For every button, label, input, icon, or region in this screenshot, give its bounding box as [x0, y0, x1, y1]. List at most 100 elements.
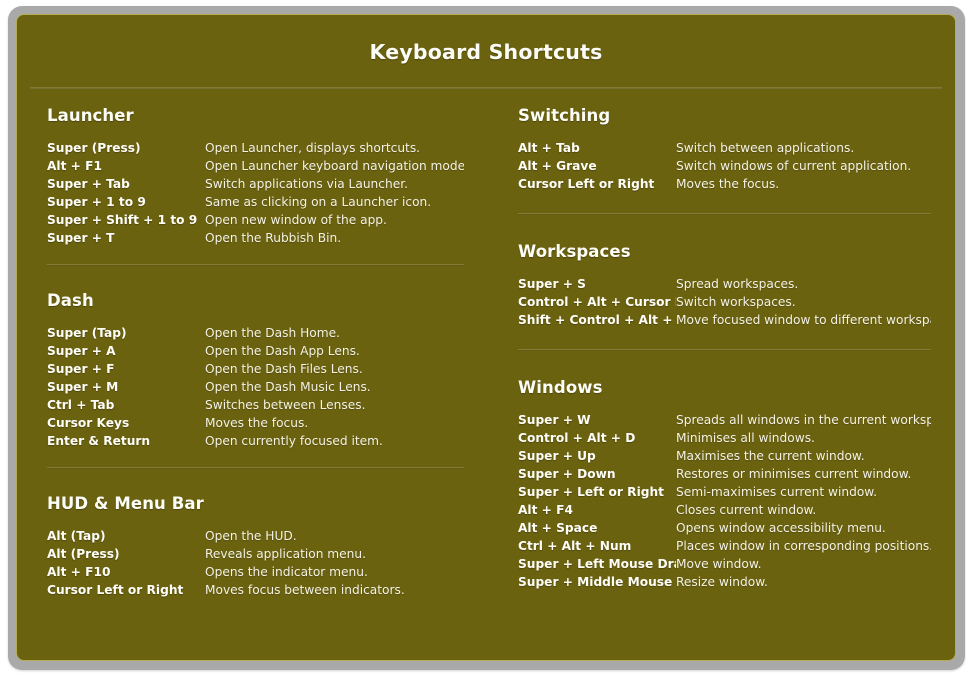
shortcut-keys: Super + M [47, 380, 119, 394]
shortcut-keys: Super + A [47, 344, 116, 358]
shortcut-row: Alt (Tap) Open the HUD. [47, 527, 464, 545]
shortcut-keys: Super (Press) [47, 141, 141, 155]
shortcut-keys: Super + F [47, 362, 115, 376]
shortcut-description: Restores or minimises current window. [676, 467, 912, 481]
divider-line [518, 349, 931, 351]
shortcut-keys: Alt + F1 [47, 159, 102, 173]
shortcut-description: Opens the indicator menu. [205, 565, 368, 579]
shortcut-row: Ctrl + Tab Switches between Lenses. [47, 396, 464, 414]
shortcut-keys: Super + W [518, 413, 591, 427]
shortcut-description: Semi-maximises current window. [676, 485, 877, 499]
shortcut-row: Cursor Left or Right Moves the focus. [518, 175, 931, 193]
section-windows: Windows Super + W Spreads all windows in t… [518, 378, 931, 591]
shortcut-row: Alt + F1 Open Launcher keyboard navigatio… [47, 157, 464, 175]
shortcut-description: Minimises all windows. [676, 431, 815, 445]
section-title-windows: Windows [518, 378, 603, 397]
section-divider [47, 247, 464, 291]
shortcut-description: Resize window. [676, 575, 768, 589]
right-column: Switching Alt + Tab Switch between applica… [486, 89, 955, 599]
section-launcher: Launcher Super (Press) Open Launcher, disp… [47, 89, 464, 247]
shortcut-row: Super (Press) Open Launcher, displays sho… [47, 139, 464, 157]
shortcut-row: Super + Shift + 1 to 9 Open new window of… [47, 211, 464, 229]
shortcut-row: Super + Up Maximises the current window. [518, 447, 931, 465]
shortcut-row: Alt + F10 Opens the indicator menu. [47, 563, 464, 581]
shortcut-keys: Super + Left Mouse Drag [518, 557, 676, 571]
shortcut-description: Spread workspaces. [676, 277, 799, 291]
shortcut-row: Super + S Spread workspaces. [518, 275, 931, 293]
shortcut-description: Reveals application menu. [205, 547, 367, 561]
section-hud-and-menu-bar: HUD & Menu Bar Alt (Tap) Open the HUD. Alt … [47, 494, 464, 599]
shortcut-row: Alt + F4 Closes current window. [518, 501, 931, 519]
shortcut-keys: Enter & Return [47, 434, 151, 448]
shortcut-description: Moves the focus. [205, 416, 309, 430]
shortcut-description: Switch between applications. [676, 141, 855, 155]
shortcut-description: Open the HUD. [205, 529, 297, 543]
shortcut-description: Switches between Lenses. [205, 398, 366, 412]
shortcut-description: Closes current window. [676, 503, 817, 517]
shortcut-keys: Control + Alt + Cursor K… [518, 295, 676, 309]
shortcut-table-dash: Super (Tap) Open the Dash Home. Super + A O… [47, 324, 464, 450]
shortcut-keys: Alt + Space [518, 521, 598, 535]
shortcut-row: Super + A Open the Dash App Lens. [47, 342, 464, 360]
section-title-hud-and-menu-bar: HUD & Menu Bar [47, 494, 204, 513]
shortcut-description: Places window in corresponding positions… [676, 539, 931, 553]
section-title-switching: Switching [518, 106, 611, 125]
shortcut-keys: Shift + Control + Alt + C… [518, 313, 676, 327]
page-title: Keyboard Shortcuts [369, 40, 603, 64]
shortcut-description: Opens window accessibility menu. [676, 521, 886, 535]
shortcut-description: Open the Dash Music Lens. [205, 380, 371, 394]
section-divider [518, 193, 931, 242]
overlay-window-frame: Keyboard Shortcuts Launcher Super (Press)… [8, 6, 965, 670]
shortcut-row: Ctrl + Alt + Num Places window in corresp… [518, 537, 931, 555]
shortcut-row: Control + Alt + D Minimises all windows. [518, 429, 931, 447]
section-dash: Dash Super (Tap) Open the Dash Home. Super … [47, 291, 464, 450]
shortcut-row: Super + Tab Switch applications via Launc… [47, 175, 464, 193]
shortcut-row: Cursor Keys Moves the focus. [47, 414, 464, 432]
shortcut-row: Super (Tap) Open the Dash Home. [47, 324, 464, 342]
keyboard-shortcuts-card: Keyboard Shortcuts Launcher Super (Press)… [16, 14, 956, 661]
shortcut-keys: Cursor Left or Right [47, 583, 184, 597]
shortcut-table-launcher: Super (Press) Open Launcher, displays sho… [47, 139, 464, 247]
shortcut-row: Alt + Space Opens window accessibility me… [518, 519, 931, 537]
shortcut-keys: Alt + F10 [47, 565, 111, 579]
shortcut-keys: Alt (Tap) [47, 529, 106, 543]
shortcut-table-workspaces: Super + S Spread workspaces. Control + Alt… [518, 275, 931, 329]
shortcut-description: Move focused window to different workspa… [676, 313, 931, 327]
shortcut-description: Switch workspaces. [676, 295, 796, 309]
shortcut-keys: Cursor Left or Right [518, 177, 655, 191]
shortcut-description: Open Launcher keyboard navigation mode. [205, 159, 464, 173]
shortcut-description: Spreads all windows in the current works… [676, 413, 931, 427]
shortcut-keys: Ctrl + Tab [47, 398, 115, 412]
shortcut-keys: Super + T [47, 231, 115, 245]
shortcut-row: Enter & Return Open currently focused ite… [47, 432, 464, 450]
shortcut-keys: Super + Middle Mouse D… [518, 575, 676, 589]
shortcut-keys: Super + Down [518, 467, 616, 481]
shortcut-keys: Alt + Grave [518, 159, 597, 173]
divider-line [47, 467, 464, 469]
section-title-dash: Dash [47, 291, 94, 310]
shortcut-row: Alt (Press) Reveals application menu. [47, 545, 464, 563]
shortcut-row: Super + Left Mouse Drag Move window. [518, 555, 931, 573]
shortcut-row: Super + 1 to 9 Same as clicking on a Laun… [47, 193, 464, 211]
shortcut-table-windows: Super + W Spreads all windows in the curr… [518, 411, 931, 591]
shortcut-keys: Super (Tap) [47, 326, 127, 340]
shortcut-keys: Super + S [518, 277, 586, 291]
divider-line [518, 213, 931, 215]
shortcut-description: Same as clicking on a Launcher icon. [205, 195, 432, 209]
shortcut-keys: Super + Tab [47, 177, 130, 191]
shortcut-description: Maximises the current window. [676, 449, 865, 463]
shortcut-description: Open Launcher, displays shortcuts. [205, 141, 421, 155]
shortcut-description: Open new window of the app. [205, 213, 387, 227]
shortcut-description: Moves focus between indicators. [205, 583, 405, 597]
shortcut-keys: Super + Up [518, 449, 596, 463]
section-switching: Switching Alt + Tab Switch between applica… [518, 89, 931, 193]
shortcut-keys: Cursor Keys [47, 416, 130, 430]
shortcut-row: Cursor Left or Right Moves focus between … [47, 581, 464, 599]
shortcut-keys: Alt + Tab [518, 141, 580, 155]
shortcut-description: Open the Dash Files Lens. [205, 362, 363, 376]
shortcut-row: Super + T Open the Rubbish Bin. [47, 229, 464, 247]
shortcut-description: Switch applications via Launcher. [205, 177, 408, 191]
shortcut-description: Open currently focused item. [205, 434, 383, 448]
section-divider [518, 329, 931, 378]
shortcut-row: Super + W Spreads all windows in the curr… [518, 411, 931, 429]
